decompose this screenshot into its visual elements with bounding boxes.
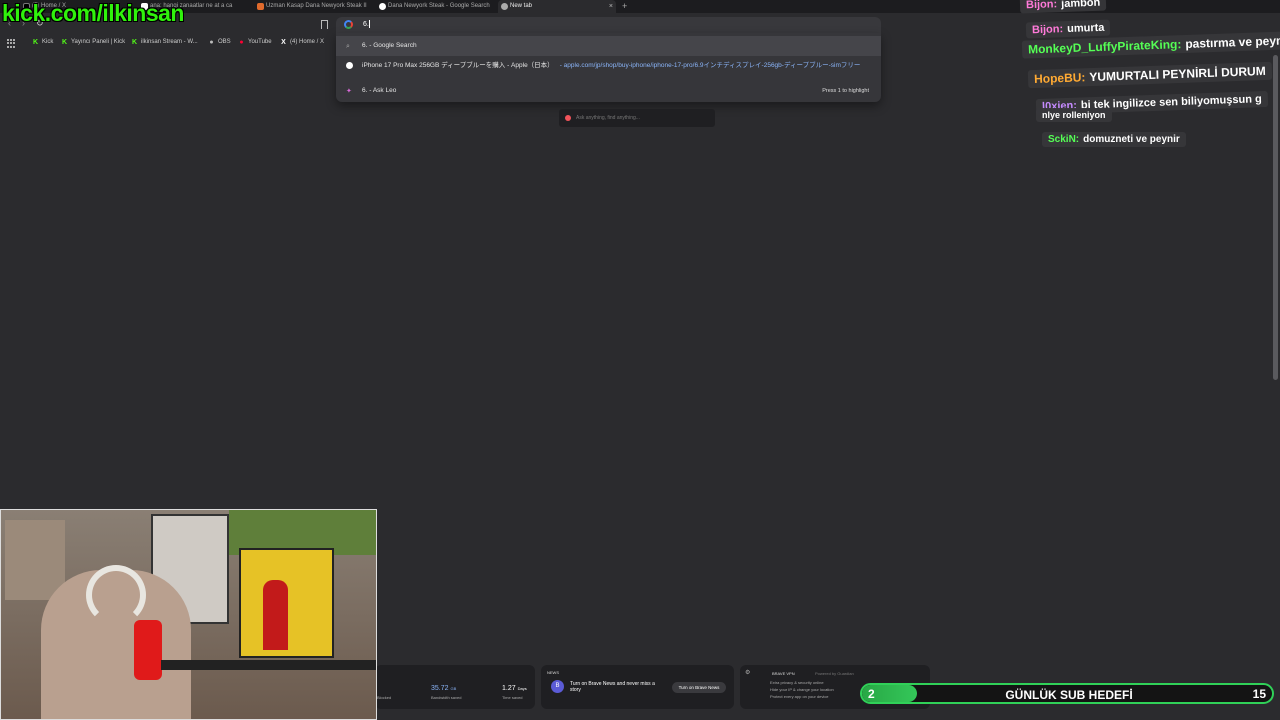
turn-on-news-button[interactable]: Turn on Brave News: [672, 682, 726, 693]
bookmark-label: (4) Home / X: [290, 39, 325, 45]
bookmark-icon[interactable]: [321, 20, 328, 29]
vpn-feature: Extra privacy & security online: [770, 680, 824, 685]
youtube-icon: ●: [239, 39, 244, 46]
tab-google-search[interactable]: Dana Newyork Steak - Google Search: [376, 0, 496, 13]
webcam-feed: [0, 509, 377, 720]
bookmark-yayinci-paneli[interactable]: K Yayıncı Paneli | Kick: [61, 39, 126, 46]
stat-bandwidth-label: Bandwidth saved: [431, 695, 462, 700]
obs-icon: ●: [209, 39, 214, 46]
leo-icon: [565, 115, 571, 121]
bookmark-label: OBS: [218, 39, 231, 45]
leo-icon: ✦: [346, 88, 352, 95]
kick-icon: K: [61, 39, 68, 46]
address-input[interactable]: 6.: [363, 20, 370, 28]
suggestion-apple-iphone[interactable]: iPhone 17 Pro Max 256GB ディープブルーを購入 - App…: [336, 56, 881, 76]
close-tab-icon[interactable]: ×: [609, 0, 613, 13]
suggestion-hint: Press 1 to highlight: [822, 88, 869, 94]
stat-fragment: Blocked: [377, 695, 392, 700]
vpn-title: BRAVE VPN: [772, 671, 795, 676]
tab-label: New tab: [510, 3, 533, 9]
chat-message: HopeBU: YUMURTALI PEYNİRLİ DURUM: [1027, 61, 1273, 89]
google-icon: [344, 20, 353, 29]
chat-message-continuation: nlye rolleniyon: [1036, 108, 1112, 122]
brave-news-icon: B: [551, 680, 564, 693]
bookmark-label: YouTube: [248, 39, 272, 45]
new-tab-button[interactable]: +: [622, 0, 627, 12]
vpn-powered-by: Powered by Guardian: [815, 671, 854, 676]
stat-time-label: Time saved: [502, 695, 523, 700]
shop-icon: [257, 3, 264, 10]
leo-placeholder: Ask anything, find anything...: [576, 115, 640, 121]
chat-username: Bijon:: [1031, 23, 1064, 37]
microphone: [134, 620, 162, 680]
sub-goal-target: 15: [1252, 687, 1266, 701]
stream-brand-url: kick.com/ilkinsan: [2, 0, 184, 26]
chat-text: pastırma ve peyn: [1185, 33, 1280, 51]
chat-text: jambon: [1060, 0, 1101, 11]
brave-icon: [501, 3, 508, 10]
apple-icon: [346, 62, 353, 69]
mic-arm: [161, 660, 376, 670]
suggestion-text: 6. - Ask Leo: [362, 87, 397, 94]
brave-news-widget: NEWS B Turn on Brave News and never miss…: [541, 665, 734, 709]
chat-text: YUMURTALI PEYNİRLİ DURUM: [1089, 63, 1266, 85]
kick-icon: K: [131, 39, 138, 46]
stat-unit: GB: [450, 686, 457, 691]
bookmark-youtube[interactable]: ● YouTube: [238, 39, 272, 46]
stat-unit: Days: [517, 686, 527, 691]
bookmark-x-home[interactable]: X (4) Home / X: [280, 39, 325, 46]
text-cursor: [368, 20, 370, 28]
search-icon: ⌕: [346, 43, 350, 50]
stat-bandwidth-value: 35.72 GB: [431, 685, 456, 692]
chat-message: Bijon: jambon: [1019, 0, 1107, 14]
chat-username: MonkeyD_LuffyPirateKing:: [1027, 37, 1182, 57]
leo-ask-input[interactable]: Ask anything, find anything...: [559, 109, 715, 127]
spiderman-figure: [263, 580, 288, 650]
tab-uzman-kasap[interactable]: Uzman Kasap Dana Newyork Steak II: [254, 0, 374, 13]
privacy-stats-widget: Blocked 35.72 GB Bandwidth saved 1.27 Da…: [375, 665, 535, 709]
news-title: NEWS: [547, 670, 559, 675]
chat-text: nlye rolleniyon: [1042, 110, 1106, 120]
bookmark-label: Yayıncı Paneli | Kick: [71, 39, 126, 45]
vpn-feature: Hide your IP & change your location: [770, 687, 834, 692]
chat-overlay: Bijon: jambon Bijon: umurta MonkeyD_LuffyP…: [1000, 0, 1280, 160]
x-logo-icon: X: [281, 39, 286, 46]
chat-message: SckiN: domuzneti ve peynir: [1042, 132, 1186, 147]
suggestion-ask-leo[interactable]: ✦ 6. - Ask Leo Press 1 to highlight: [336, 81, 881, 101]
chat-message: Bijon: umurta: [1025, 19, 1111, 39]
bookmark-ilkinsan-stream[interactable]: K ilkinsan Stream - W...: [131, 39, 198, 46]
chat-username: SckiN:: [1048, 134, 1080, 145]
suggestion-text: 6. - Google Search: [362, 42, 417, 49]
bookmark-label: Kick: [42, 39, 54, 45]
news-text: Turn on Brave News and never miss a stor…: [570, 681, 655, 693]
omnibox-suggestions: ⌕ 6. - Google Search iPhone 17 Pro Max 2…: [336, 33, 881, 102]
sub-goal-title: GÜNLÜK SUB HEDEFİ: [1005, 688, 1133, 702]
tab-label: Uzman Kasap Dana Newyork Steak II: [266, 3, 367, 9]
stat-time-value: 1.27 Days: [502, 685, 527, 692]
tab-label: Dana Newyork Steak - Google Search: [388, 3, 490, 9]
stat-value: 1.27: [502, 685, 516, 692]
daily-sub-goal-bar: 2 GÜNLÜK SUB HEDEFİ 15: [860, 683, 1274, 704]
chat-username: HopeBU:: [1033, 70, 1086, 87]
settings-icon[interactable]: ⚙: [745, 669, 750, 676]
chat-username: Bijon:: [1025, 0, 1058, 12]
stat-value: 35.72: [431, 685, 449, 692]
tab-new-tab[interactable]: New tab ×: [498, 0, 616, 13]
headphones: [86, 565, 146, 625]
google-icon: [379, 3, 386, 10]
suggestion-url: - apple.com/jp/shop/buy-iphone/iphone-17…: [559, 62, 861, 69]
chat-text: domuzneti ve peynir: [1083, 134, 1180, 145]
poster-left: [5, 520, 65, 600]
kick-icon: K: [32, 39, 39, 46]
suggestion-text: iPhone 17 Pro Max 256GB ディープブルーを購入 - App…: [362, 62, 554, 69]
suggestion-google-search[interactable]: ⌕ 6. - Google Search: [336, 36, 881, 56]
address-bar[interactable]: 6.: [336, 17, 881, 33]
bookmark-obs[interactable]: ● OBS: [208, 39, 231, 46]
bookmark-label: ilkinsan Stream - W...: [141, 39, 198, 45]
suggestion-content: iPhone 17 Pro Max 256GB ディープブルーを購入 - App…: [362, 56, 860, 76]
bookmark-kick[interactable]: K Kick: [32, 39, 54, 46]
chat-text: umurta: [1066, 21, 1105, 36]
vpn-feature: Protect every app on your device: [770, 694, 829, 699]
